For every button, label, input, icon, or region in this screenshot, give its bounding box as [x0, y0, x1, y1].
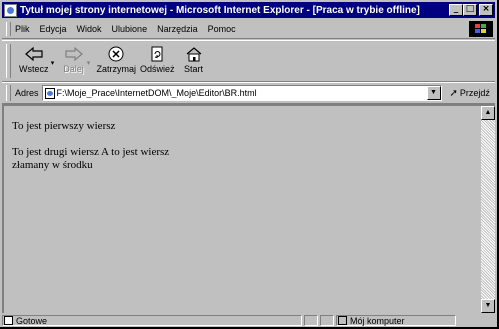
home-button[interactable]: Start — [183, 45, 205, 74]
status-main-pane: Gotowe — [2, 315, 302, 326]
forward-label: Dalej — [63, 64, 84, 74]
address-url[interactable]: F:\Moje_Prace\InternetDOM\_Moje\Editor\B… — [57, 88, 427, 98]
window-title: Tytuł mojej strony internetowej - Micros… — [20, 4, 420, 16]
go-label: Przejdź — [459, 88, 490, 98]
menu-bar: Plik Edycja Widok Ulubione Narzędzia Pom… — [2, 20, 495, 39]
close-button[interactable]: × — [479, 4, 493, 16]
title-bar[interactable]: Tytuł mojej strony internetowej - Micros… — [2, 2, 495, 18]
paragraph-2-line-2: złamany w środku — [12, 159, 93, 171]
windows-logo-icon — [469, 21, 493, 37]
paragraph-2-line-1: To jest drugi wiersz A to jest wiersz — [12, 146, 170, 158]
scroll-down-button[interactable]: ▼ — [481, 299, 495, 313]
status-pane-2 — [320, 315, 334, 326]
menu-favorites[interactable]: Ulubione — [112, 24, 148, 34]
computer-icon — [338, 316, 347, 325]
paragraph-2: To jest drugi wiersz A to jest wiersz zł… — [12, 146, 472, 172]
home-icon — [183, 45, 205, 63]
status-zone-pane: Mój komputer — [336, 315, 456, 326]
ie-page-icon[interactable] — [4, 3, 17, 17]
home-label: Start — [184, 64, 204, 74]
back-arrow-icon — [23, 45, 45, 63]
stop-button[interactable]: Zatrzymaj — [96, 45, 137, 74]
back-button[interactable]: Wstecz — [19, 45, 49, 74]
status-page-icon — [4, 316, 13, 325]
menu-tools[interactable]: Narzędzia — [157, 24, 198, 34]
stop-icon — [105, 45, 127, 63]
menu-help[interactable]: Pomoc — [208, 24, 236, 34]
address-bar: Adres F:\Moje_Prace\InternetDOM\_Moje\Ed… — [2, 82, 495, 104]
refresh-icon — [146, 45, 168, 63]
address-dropdown-icon[interactable]: ▼ — [426, 86, 441, 100]
vertical-scrollbar[interactable]: ▲ ▼ — [481, 106, 495, 313]
status-zone: Mój komputer — [350, 315, 405, 326]
menu-file[interactable]: Plik — [15, 24, 30, 34]
toolbar-grip[interactable] — [6, 44, 11, 78]
standard-toolbar: Wstecz ▾ Dalej ▾ Zatrzymaj Odśwież Start — [2, 40, 495, 82]
menu-view[interactable]: Widok — [77, 24, 102, 34]
back-dropdown-icon[interactable]: ▾ — [49, 59, 57, 67]
status-text: Gotowe — [16, 315, 48, 326]
back-label: Wstecz — [19, 64, 49, 74]
document-body: To jest pierwszy wiersz To jest drugi wi… — [12, 120, 472, 185]
forward-button[interactable]: Dalej — [63, 45, 85, 74]
window-controls: _ □ × — [449, 4, 493, 16]
go-button[interactable]: ➚ Przejdź — [450, 88, 490, 99]
page-content[interactable]: To jest pierwszy wiersz To jest drugi wi… — [2, 104, 495, 313]
scroll-up-button[interactable]: ▲ — [481, 106, 495, 120]
address-grip[interactable] — [6, 85, 11, 101]
page-icon — [44, 87, 55, 99]
address-label: Adres — [15, 88, 39, 98]
refresh-label: Odśwież — [140, 64, 175, 74]
ie-window: Tytuł mojej strony internetowej - Micros… — [0, 0, 499, 329]
menu-grip[interactable] — [6, 22, 11, 36]
stop-label: Zatrzymaj — [96, 64, 137, 74]
status-pane-1 — [304, 315, 318, 326]
forward-dropdown-icon[interactable]: ▾ — [85, 59, 93, 67]
minimize-button[interactable]: _ — [449, 4, 463, 16]
forward-arrow-icon — [63, 45, 85, 63]
status-bar: Gotowe Mój komputer — [2, 314, 495, 327]
refresh-button[interactable]: Odśwież — [140, 45, 175, 74]
go-arrow-icon: ➚ — [449, 87, 458, 99]
address-input[interactable]: F:\Moje_Prace\InternetDOM\_Moje\Editor\B… — [41, 85, 442, 101]
menu-edit[interactable]: Edycja — [40, 24, 67, 34]
windows-flag-icon — [475, 24, 486, 33]
paragraph-1: To jest pierwszy wiersz — [12, 120, 116, 132]
maximize-button[interactable]: □ — [463, 4, 477, 16]
